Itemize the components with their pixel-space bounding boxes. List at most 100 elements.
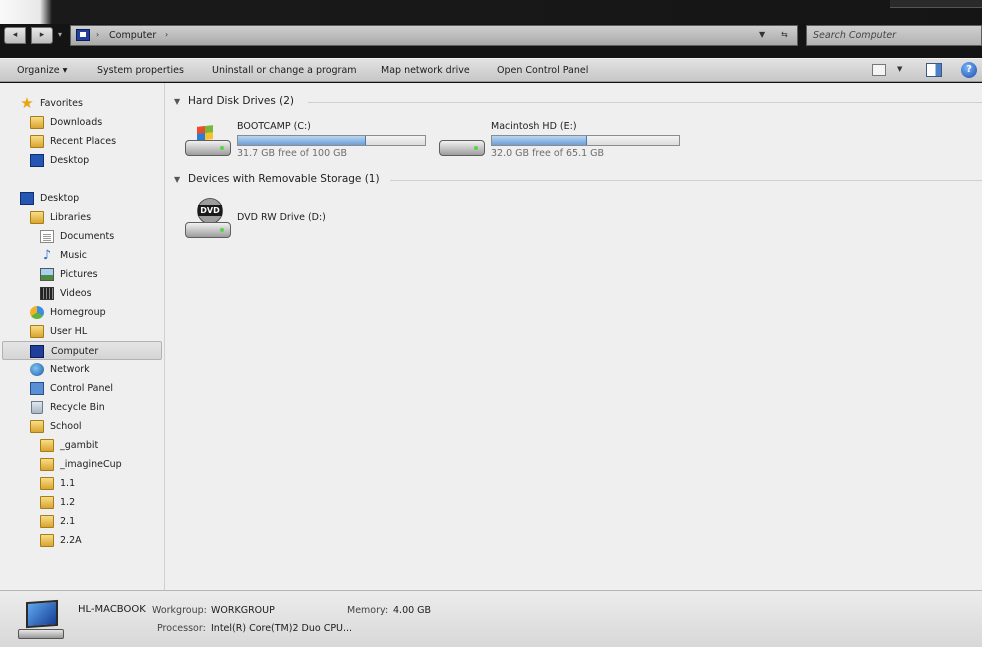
hard-drive-windows-icon[interactable] xyxy=(185,125,231,160)
folder-icon xyxy=(40,458,54,471)
nav-homegroup[interactable]: Homegroup xyxy=(30,303,160,322)
nav-control-panel[interactable]: Control Panel xyxy=(30,379,160,398)
dvd-drive-icon[interactable]: DVD xyxy=(185,198,231,242)
folder-icon xyxy=(30,420,44,433)
address-dropdown-icon[interactable]: ▼ xyxy=(759,30,765,39)
drive-d-name[interactable]: DVD RW Drive (D:) xyxy=(237,212,326,223)
control-panel-icon xyxy=(30,382,44,395)
folder-icon xyxy=(40,515,54,528)
view-dropdown-icon[interactable]: ▼ xyxy=(897,65,902,73)
documents-icon xyxy=(40,230,54,243)
open-control-panel-button[interactable]: Open Control Panel xyxy=(497,65,588,76)
nav-folder-imaginecup[interactable]: _imagineCup xyxy=(40,455,160,474)
pictures-icon xyxy=(40,268,54,281)
recent-pages-chevron-icon[interactable]: ▾ xyxy=(58,30,62,39)
memory-label: Memory: xyxy=(347,605,389,616)
map-network-drive-button[interactable]: Map network drive xyxy=(381,65,470,76)
nav-downloads[interactable]: Downloads xyxy=(30,113,160,132)
nav-desktop-favorite[interactable]: Desktop xyxy=(30,151,160,170)
nav-folder-2-2a[interactable]: 2.2A xyxy=(40,531,160,550)
recent-places-icon xyxy=(30,135,44,148)
nav-recycle-bin[interactable]: Recycle Bin xyxy=(30,398,160,417)
drive-c-usage-fill xyxy=(238,136,366,145)
nav-libraries[interactable]: Libraries xyxy=(30,208,160,227)
libraries-icon xyxy=(30,211,44,224)
folder-icon xyxy=(40,477,54,490)
address-bar[interactable]: › Computer › ▼ ⇆ xyxy=(70,25,798,46)
user-folder-icon xyxy=(30,325,44,338)
navigation-pane: ★ Favorites Downloads Recent Places Desk… xyxy=(0,83,165,590)
group-header-removable-storage[interactable]: ▼ Devices with Removable Storage (1) xyxy=(174,173,394,189)
breadcrumb-separator-icon[interactable]: › xyxy=(96,30,99,39)
processor-value: Intel(R) Core(TM)2 Duo CPU... xyxy=(211,623,353,634)
preview-pane-icon[interactable] xyxy=(926,63,942,77)
nav-music[interactable]: ♪ Music xyxy=(40,246,160,265)
drive-e-usage-fill xyxy=(492,136,587,145)
search-input[interactable]: Search Computer xyxy=(806,25,982,46)
group-divider xyxy=(390,180,982,181)
computer-icon xyxy=(76,29,90,41)
folder-icon xyxy=(40,496,54,509)
command-bar: Organize ▾ System properties Uninstall o… xyxy=(0,58,982,82)
group-divider xyxy=(308,102,982,103)
back-button[interactable]: ◂ xyxy=(4,27,26,44)
breadcrumb-separator-icon[interactable]: › xyxy=(165,30,168,39)
chrome-gap xyxy=(0,48,982,58)
nav-school[interactable]: School xyxy=(30,417,160,436)
dvd-badge: DVD xyxy=(198,205,222,216)
drive-c-free-space: 31.7 GB free of 100 GB xyxy=(237,148,348,159)
computer-name: HL-MACBOOK xyxy=(78,604,146,615)
hard-drive-icon[interactable] xyxy=(439,126,485,160)
uninstall-program-button[interactable]: Uninstall or change a program xyxy=(212,65,357,76)
nav-favorites[interactable]: ★ Favorites xyxy=(20,94,160,113)
nav-videos[interactable]: Videos xyxy=(40,284,160,303)
workgroup-label: Workgroup: xyxy=(152,605,207,616)
breadcrumb-computer[interactable]: Computer xyxy=(109,30,156,41)
window-controls[interactable] xyxy=(890,0,982,8)
recycle-bin-icon xyxy=(31,401,43,414)
windows-logo-icon xyxy=(197,125,213,141)
nav-documents[interactable]: Documents xyxy=(40,227,160,246)
drive-c-name[interactable]: BOOTCAMP (C:) xyxy=(237,121,311,132)
computer-icon xyxy=(30,345,44,358)
music-note-icon: ♪ xyxy=(42,248,52,263)
collapse-chevron-icon[interactable]: ▼ xyxy=(174,97,180,106)
nav-network[interactable]: Network xyxy=(30,360,160,379)
desktop-icon xyxy=(30,154,44,167)
star-icon: ★ xyxy=(20,94,34,112)
processor-label: Processor: xyxy=(157,623,206,634)
memory-value: 4.00 GB xyxy=(393,605,432,616)
drive-c-usage-bar xyxy=(237,135,426,146)
search-placeholder: Search Computer xyxy=(813,30,897,41)
forward-button[interactable]: ▸ xyxy=(31,27,53,44)
nav-folder-1-1[interactable]: 1.1 xyxy=(40,474,160,493)
nav-user[interactable]: User HL xyxy=(30,322,160,341)
computer-monitor-icon xyxy=(18,599,64,641)
nav-computer[interactable]: Computer xyxy=(2,341,162,360)
nav-folder-1-2[interactable]: 1.2 xyxy=(40,493,160,512)
collapse-chevron-icon[interactable]: ▼ xyxy=(174,175,180,184)
nav-desktop[interactable]: Desktop xyxy=(20,189,160,208)
details-pane: HL-MACBOOK Workgroup: WORKGROUP Memory: … xyxy=(0,590,982,647)
organize-button[interactable]: Organize ▾ xyxy=(17,65,67,76)
nav-folder-2-1[interactable]: 2.1 xyxy=(40,512,160,531)
group-header-hard-disk-drives[interactable]: ▼ Hard Disk Drives (2) xyxy=(174,95,314,111)
refresh-icon[interactable]: ⇆ xyxy=(781,30,788,39)
change-view-icon[interactable] xyxy=(872,64,886,76)
folder-icon xyxy=(40,534,54,547)
workgroup-value: WORKGROUP xyxy=(211,605,275,616)
system-properties-button[interactable]: System properties xyxy=(97,65,184,76)
network-globe-icon xyxy=(30,363,44,376)
nav-recent-places[interactable]: Recent Places xyxy=(30,132,160,151)
help-icon[interactable]: ? xyxy=(961,62,977,78)
drive-e-name[interactable]: Macintosh HD (E:) xyxy=(491,121,577,132)
title-bar xyxy=(0,0,982,24)
drive-e-free-space: 32.0 GB free of 65.1 GB xyxy=(491,148,605,159)
homegroup-icon xyxy=(30,306,44,319)
drive-e-usage-bar xyxy=(491,135,680,146)
downloads-folder-icon xyxy=(30,116,44,129)
nav-folder-gambit[interactable]: _gambit xyxy=(40,436,160,455)
nav-pictures[interactable]: Pictures xyxy=(40,265,160,284)
desktop-icon xyxy=(20,192,34,205)
folder-icon xyxy=(40,439,54,452)
